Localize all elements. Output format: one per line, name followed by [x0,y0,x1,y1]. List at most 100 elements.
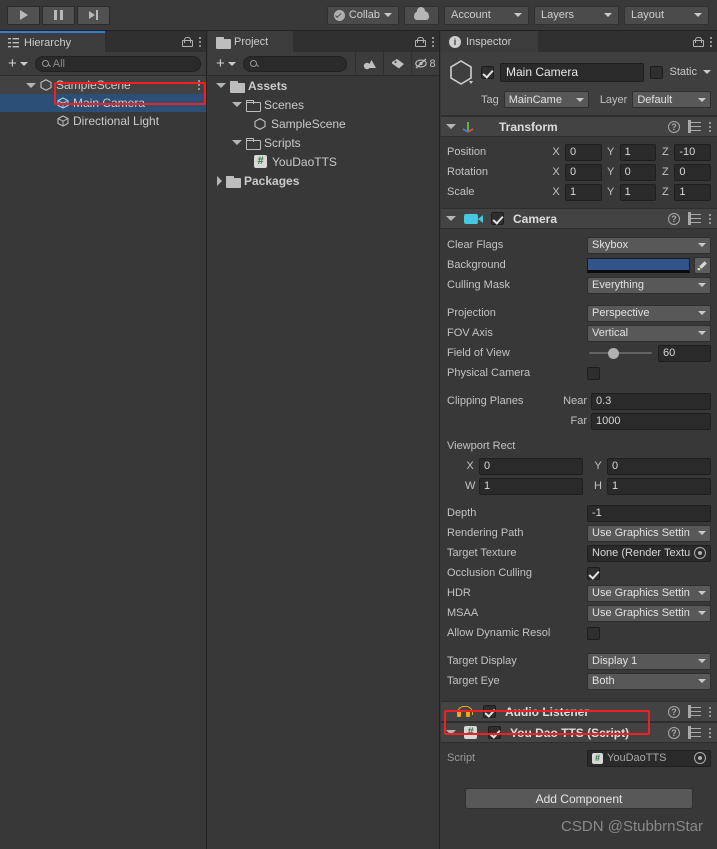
help-icon[interactable]: ? [668,705,680,718]
expand-arrow-icon[interactable] [446,730,456,735]
hdr-dropdown[interactable]: Use Graphics Settin [587,584,711,602]
project-item-youdaotts[interactable]: # YouDaoTTS [208,152,439,171]
more-options-icon[interactable] [709,213,711,224]
step-button[interactable] [77,5,110,25]
expand-arrow-icon[interactable] [232,140,242,145]
position-z-input[interactable]: -10 [674,143,712,161]
physical-camera-checkbox[interactable] [587,366,600,380]
hierarchy-create-button[interactable]: + [5,55,31,72]
object-name-input[interactable]: Main Camera [500,62,645,82]
preset-icon[interactable] [688,119,701,134]
msaa-dropdown[interactable]: Use Graphics Settin [587,604,711,622]
pause-button[interactable] [42,5,75,25]
help-icon[interactable]: ? [668,726,680,739]
slider-knob[interactable] [608,347,620,359]
collapse-arrow-icon[interactable] [217,175,222,186]
clear-flags-dropdown[interactable]: Skybox [587,236,711,254]
hidden-packages-button[interactable]: 8 [411,51,439,76]
project-item-assets[interactable]: Assets [208,76,439,95]
filter-by-type-button[interactable] [355,51,383,76]
project-item-scripts[interactable]: Scripts [208,133,439,152]
preset-icon[interactable] [688,704,701,719]
tab-inspector[interactable]: i Inspector [441,31,538,52]
tab-project[interactable]: Project [208,31,293,52]
expand-arrow-icon[interactable] [232,102,242,107]
filter-by-label-button[interactable] [383,51,411,76]
youdao-tts-enabled-checkbox[interactable] [488,726,501,739]
hierarchy-search-input[interactable]: All [34,55,201,72]
occlusion-culling-checkbox[interactable] [587,566,600,580]
preset-icon[interactable] [688,211,701,226]
scene-more-icon[interactable] [198,80,200,90]
help-icon[interactable]: ? [668,120,680,133]
add-component-button[interactable]: Add Component [465,788,693,809]
tag-dropdown[interactable]: MainCame [503,91,589,108]
hierarchy-item-directional-light[interactable]: Directional Light [0,112,206,130]
layout-button[interactable]: Layout [624,5,709,25]
tab-hierarchy[interactable]: Hierarchy [0,31,105,52]
account-button[interactable]: Account [444,5,529,25]
layers-button[interactable]: Layers [534,5,619,25]
rotation-y-input[interactable]: 0 [619,163,657,181]
far-clip-input[interactable]: 1000 [591,412,711,430]
static-checkbox[interactable] [650,65,664,79]
position-y-input[interactable]: 1 [619,143,657,161]
lock-icon[interactable] [415,36,426,47]
background-color-field[interactable] [587,257,690,273]
expand-arrow-icon[interactable] [216,83,226,88]
audio-listener-component-header[interactable]: Audio Listener ? [441,701,717,722]
layer-dropdown[interactable]: Default [632,91,711,108]
hierarchy-item-samplescene[interactable]: SampleScene [0,76,206,94]
lock-icon[interactable] [182,36,193,47]
field-of-view-input[interactable]: 60 [658,344,711,362]
more-options-icon[interactable] [199,36,201,47]
scale-z-input[interactable]: 1 [674,183,712,201]
target-eye-dropdown[interactable]: Both [587,672,711,690]
rotation-x-input[interactable]: 0 [565,163,602,181]
project-item-samplescene[interactable]: SampleScene [208,114,439,133]
fov-axis-dropdown[interactable]: Vertical [587,324,711,342]
chevron-down-icon[interactable] [703,70,711,74]
audio-listener-enabled-checkbox[interactable] [483,705,496,718]
script-reference-field[interactable]: # YouDaoTTS [587,749,711,767]
camera-component-header[interactable]: Camera ? [441,208,717,229]
rendering-path-dropdown[interactable]: Use Graphics Settin [587,524,711,542]
project-item-packages[interactable]: Packages [208,171,439,190]
viewport-h-input[interactable]: 1 [607,477,711,495]
cloud-button[interactable] [404,5,439,25]
more-options-icon[interactable] [432,36,434,47]
youdao-tts-component-header[interactable]: # You Dao TTS (Script) ? [441,722,717,743]
scale-x-input[interactable]: 1 [565,183,602,201]
preset-icon[interactable] [688,725,701,740]
object-enabled-checkbox[interactable] [481,65,494,79]
eyedropper-button[interactable] [694,256,711,274]
viewport-w-input[interactable]: 1 [479,477,583,495]
scale-y-input[interactable]: 1 [619,183,657,201]
near-clip-input[interactable]: 0.3 [591,392,711,410]
help-icon[interactable]: ? [668,212,680,225]
more-options-icon[interactable] [709,706,711,717]
projection-dropdown[interactable]: Perspective [587,304,711,322]
target-texture-field[interactable]: None (Render Textu [587,544,711,562]
object-picker-icon[interactable] [694,752,706,764]
viewport-y-input[interactable]: 0 [607,457,711,475]
target-display-dropdown[interactable]: Display 1 [587,652,711,670]
project-create-button[interactable]: + [213,55,239,72]
more-options-icon[interactable] [709,121,711,132]
allow-dynamic-resolution-checkbox[interactable] [587,626,600,640]
depth-input[interactable]: -1 [587,504,711,522]
rotation-z-input[interactable]: 0 [674,163,712,181]
expand-arrow-icon[interactable] [446,124,456,129]
more-options-icon[interactable] [710,36,712,47]
project-item-scenes[interactable]: Scenes [208,95,439,114]
position-x-input[interactable]: 0 [565,143,602,161]
culling-mask-dropdown[interactable]: Everything [587,276,711,294]
more-options-icon[interactable] [709,727,711,738]
transform-component-header[interactable]: Transform ? [441,116,717,137]
hierarchy-item-main-camera[interactable]: Main Camera [0,94,206,112]
lock-icon[interactable] [693,36,704,47]
camera-enabled-checkbox[interactable] [491,212,504,225]
play-button[interactable] [7,5,40,25]
viewport-x-input[interactable]: 0 [479,457,583,475]
expand-arrow-icon[interactable] [446,216,456,221]
